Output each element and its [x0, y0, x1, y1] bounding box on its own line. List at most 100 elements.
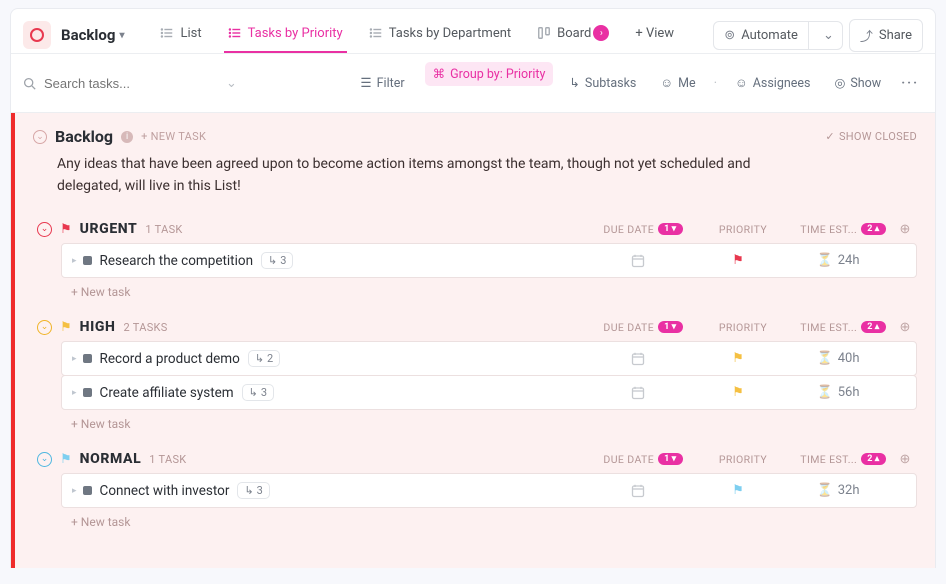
subtask-icon: ↳ — [569, 75, 579, 91]
cell-priority[interactable]: ⚑ — [688, 483, 788, 498]
cell-due-date[interactable] — [588, 253, 688, 269]
subtask-count[interactable]: ↳3 — [261, 252, 293, 269]
show-chip[interactable]: ◎Show — [826, 71, 889, 95]
status-dot-icon[interactable] — [83, 486, 92, 495]
col-time-est[interactable]: TIME EST...2▴ — [793, 453, 893, 466]
info-icon[interactable]: i — [121, 131, 133, 143]
flag-icon: ⚑ — [60, 222, 72, 237]
new-task-inline-button[interactable]: + New task — [71, 417, 917, 431]
show-closed-button[interactable]: ✓SHOW CLOSED — [825, 130, 917, 143]
new-task-inline-button[interactable]: + New task — [71, 515, 917, 529]
task-name[interactable]: Record a product demo — [100, 351, 240, 367]
tab-label: Tasks by Priority — [248, 26, 343, 41]
filter-chip[interactable]: ☰Filter — [352, 71, 412, 95]
cell-priority[interactable]: ⚑ — [688, 351, 788, 366]
me-label: Me — [678, 76, 696, 91]
subtasks-chip[interactable]: ↳Subtasks — [561, 71, 644, 95]
task-row[interactable]: ▸ Record a product demo ↳2 ⚑ ⏳40h — [61, 341, 917, 376]
cell-time-est[interactable]: ⏳32h — [788, 483, 888, 498]
column-headers: DUE DATE1▾ PRIORITY TIME EST...2▴ ⊕ — [593, 452, 917, 467]
list-title[interactable]: Backlog ▾ — [61, 26, 124, 44]
sort-badge: 1▾ — [658, 321, 683, 333]
priority-group: ⌄ ⚑ NORMAL 1 TASK DUE DATE1▾ PRIORITY TI… — [37, 449, 917, 529]
col-priority[interactable]: PRIORITY — [693, 453, 793, 466]
status-dot-icon[interactable] — [83, 388, 92, 397]
chevron-down-icon: ▾ — [119, 30, 124, 41]
assignees-chip[interactable]: ☺Assignees — [727, 72, 819, 95]
tab-board[interactable]: Board › — [525, 17, 621, 53]
cell-priority[interactable]: ⚑ — [688, 253, 788, 268]
cell-time-est[interactable]: ⏳40h — [788, 351, 888, 366]
col-time-est[interactable]: TIME EST...2▴ — [793, 223, 893, 236]
chevron-down-icon[interactable]: ⌄ — [226, 76, 237, 91]
expand-icon[interactable]: ▸ — [72, 354, 77, 364]
list-color-box[interactable] — [23, 21, 51, 49]
tab-tasks-by-priority[interactable]: Tasks by Priority — [216, 18, 355, 53]
tab-label: Board — [557, 26, 591, 41]
task-name[interactable]: Connect with investor — [100, 483, 230, 499]
sort-badge: 2▴ — [861, 321, 886, 333]
expand-icon[interactable]: ▸ — [72, 256, 77, 266]
col-due-date[interactable]: DUE DATE1▾ — [593, 321, 693, 334]
sort-badge: 1▾ — [658, 453, 683, 465]
eye-icon: ◎ — [834, 75, 845, 91]
tab-add-view[interactable]: + View — [623, 18, 686, 53]
collapse-icon[interactable]: ⌄ — [33, 130, 47, 144]
add-column-button[interactable]: ⊕ — [893, 452, 917, 467]
share-button[interactable]: ⤴ Share — [849, 19, 923, 52]
flag-icon: ⚑ — [732, 351, 744, 366]
collapse-group-icon[interactable]: ⌄ — [37, 320, 52, 335]
subtask-icon: ↳ — [249, 386, 258, 399]
add-column-button[interactable]: ⊕ — [893, 222, 917, 237]
cell-due-date[interactable] — [588, 351, 688, 367]
subtask-count[interactable]: ↳3 — [237, 482, 269, 499]
col-time-est[interactable]: TIME EST...2▴ — [793, 321, 893, 334]
task-row[interactable]: ▸ Create affiliate system ↳3 ⚑ ⏳56h — [61, 375, 917, 410]
search-wrap[interactable]: ⌄ — [23, 76, 237, 91]
expand-icon[interactable]: ▸ — [72, 388, 77, 398]
cell-time-est[interactable]: ⏳56h — [788, 385, 888, 400]
subtask-icon: ↳ — [255, 352, 264, 365]
list-description[interactable]: Any ideas that have been agreed upon to … — [57, 154, 817, 197]
automate-button[interactable]: ⊚Automate ⌄ — [713, 21, 843, 50]
search-input[interactable] — [44, 76, 194, 91]
add-column-button[interactable]: ⊕ — [893, 320, 917, 335]
new-task-inline-button[interactable]: + New task — [71, 285, 917, 299]
task-name[interactable]: Create affiliate system — [100, 385, 234, 401]
col-priority[interactable]: PRIORITY — [693, 321, 793, 334]
sort-badge: 2▴ — [861, 223, 886, 235]
chevron-down-icon[interactable]: ⌄ — [815, 22, 842, 49]
new-task-header-button[interactable]: + NEW TASK — [141, 130, 206, 143]
subtask-count[interactable]: ↳2 — [248, 350, 280, 367]
collapse-group-icon[interactable]: ⌄ — [37, 452, 52, 467]
col-due-date[interactable]: DUE DATE1▾ — [593, 453, 693, 466]
automate-label: Automate — [741, 28, 798, 43]
task-row[interactable]: ▸ Research the competition ↳3 ⚑ ⏳24h — [61, 243, 917, 278]
groupby-chip[interactable]: ⌘Group by: Priority — [425, 62, 554, 86]
flag-icon: ⚑ — [732, 253, 744, 268]
priority-group: ⌄ ⚑ HIGH 2 TASKS DUE DATE1▾ PRIORITY TIM… — [37, 317, 917, 431]
task-row[interactable]: ▸ Connect with investor ↳3 ⚑ ⏳32h — [61, 473, 917, 508]
expand-icon[interactable]: ▸ — [72, 486, 77, 496]
col-due-date[interactable]: DUE DATE1▾ — [593, 223, 693, 236]
collapse-group-icon[interactable]: ⌄ — [37, 222, 52, 237]
task-name[interactable]: Research the competition — [100, 253, 254, 269]
list-title-text: Backlog — [61, 26, 115, 44]
group-name[interactable]: URGENT — [80, 221, 138, 237]
group-name[interactable]: NORMAL — [80, 451, 142, 467]
group-header: ⌄ ⚑ NORMAL 1 TASK DUE DATE1▾ PRIORITY TI… — [37, 449, 917, 473]
cell-due-date[interactable] — [588, 483, 688, 499]
col-priority[interactable]: PRIORITY — [693, 223, 793, 236]
flag-icon: ⚑ — [60, 320, 72, 335]
group-name[interactable]: HIGH — [80, 319, 116, 335]
tab-list[interactable]: List — [148, 18, 213, 53]
cell-time-est[interactable]: ⏳24h — [788, 253, 888, 268]
status-dot-icon[interactable] — [83, 256, 92, 265]
tab-tasks-by-department[interactable]: Tasks by Department — [357, 18, 523, 53]
me-chip[interactable]: ☺Me — [652, 72, 703, 95]
cell-priority[interactable]: ⚑ — [688, 385, 788, 400]
cell-due-date[interactable] — [588, 385, 688, 401]
status-dot-icon[interactable] — [83, 354, 92, 363]
more-menu[interactable]: ··· — [897, 76, 923, 91]
subtask-count[interactable]: ↳3 — [242, 384, 274, 401]
